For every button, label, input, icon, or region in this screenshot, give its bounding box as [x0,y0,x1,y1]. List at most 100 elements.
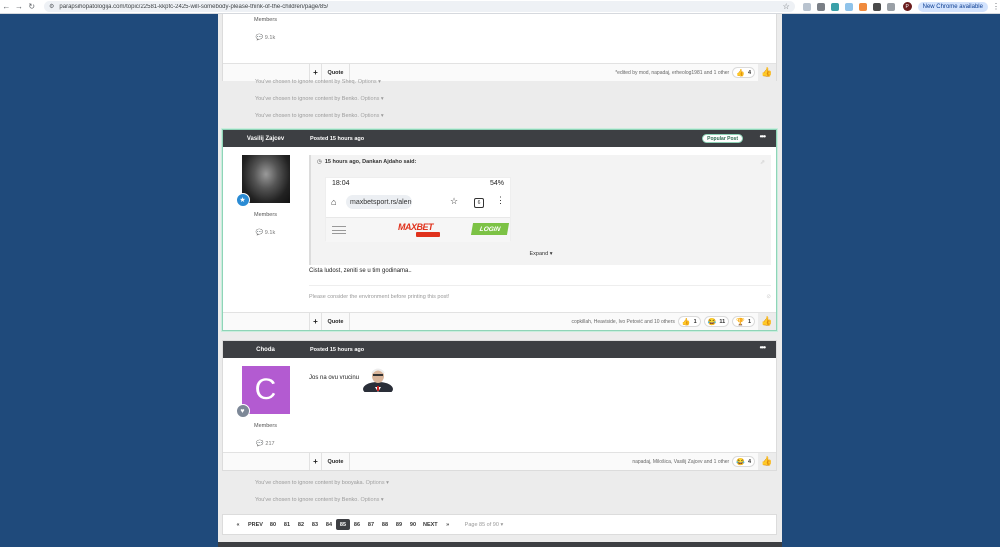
extension-icon[interactable] [872,2,881,11]
star-icon: ☆ [450,196,459,206]
reaction-trophy[interactable]: 🏆 1 [732,316,755,327]
extension-icon[interactable] [844,2,853,11]
reactors-list[interactable]: copkillah, Heaviside, Ivo Petović and 10… [571,319,674,325]
maxbet-logo: MAXBET [398,222,434,232]
expand-label: Expand [529,251,549,257]
post-header: Vasilij Zajcev Posted 15 hours ago Popul… [223,130,776,147]
page-link[interactable]: 82 [294,519,308,530]
author-info: C ♥ Members 💬 217 [223,366,308,447]
quote-button[interactable]: Quote [322,453,350,470]
extension-icon[interactable] [858,2,867,11]
trophy-icon: 🏆 [736,318,745,326]
page-link[interactable]: 90 [406,519,420,530]
author-name[interactable]: Vasilij Zajcev [223,136,308,142]
ignored-notice: You've chosen to ignore content by Benko… [255,96,384,102]
post-count-value: 9.1k [264,230,276,236]
extension-icon[interactable] [802,2,811,11]
avatar[interactable]: C ♥ [235,366,290,418]
screenshot-time: 18:04 [332,180,350,187]
author-name[interactable]: Choda [223,347,308,353]
edited-by[interactable]: *edited by mod, napadaj, erheolog1981 an… [615,70,729,76]
post-date[interactable]: Posted 15 hours ago [310,136,364,142]
reaction-summary[interactable]: 👍 4 [732,67,755,78]
next-page-link[interactable]: NEXT [420,519,441,530]
extension-icon[interactable] [816,2,825,11]
ignored-options-link[interactable]: Options [366,480,385,486]
url-text[interactable]: parapsihopatologija.com/topic/22581-kkpf… [59,4,782,10]
post-body: Cista ludost, zeniti se u tim godinama.. [309,268,412,274]
update-chrome-button[interactable]: New Chrome available [917,1,988,12]
forward-icon[interactable]: → [13,0,26,14]
ignored-options-link[interactable]: Options [358,79,377,85]
address-bar[interactable]: ⚙ parapsihopatologija.com/topic/22581-kk… [44,1,795,12]
reload-icon[interactable]: ↻ [25,0,38,14]
quote-block: ◷ 15 hours ago, Dankan Ajdaho said: ⇗ 18:… [309,155,771,265]
post-footer: + Quote napadaj, Milošica, Vasilij Zajce… [223,452,776,470]
member-group: Members [254,423,277,429]
reaction-haha[interactable]: 😂 4 [732,456,755,467]
avatar-letter: C [254,373,277,406]
ignored-notice: You've chosen to ignore content by Sheq.… [255,79,381,85]
post-content: ◷ 15 hours ago, Dankan Ajdaho said: ⇗ 18:… [309,155,776,315]
page-jump-dropdown[interactable]: Page 85 of 90 ▾ [465,522,504,528]
post-date[interactable]: Posted 15 hours ago [310,347,364,353]
multiquote-button[interactable]: + [309,313,322,330]
page-link[interactable]: 86 [350,519,364,530]
ignored-text: You've chosen to ignore content by Sheq. [255,79,357,85]
first-page-link[interactable]: « [231,519,245,530]
expand-quote-button[interactable]: Expand ▾ [311,251,771,257]
bookmark-star-icon[interactable]: ☆ [783,2,790,11]
page-link[interactable]: 88 [378,519,392,530]
page-link[interactable]: 81 [280,519,294,530]
page-link[interactable]: 80 [266,519,280,530]
reaction-like[interactable]: 👍 1 [677,316,701,327]
laughing-face-icon: 😂 [736,458,745,466]
avatar[interactable]: ★ [235,155,290,207]
page-link[interactable]: 83 [308,519,322,530]
multiquote-button[interactable]: + [309,453,322,470]
ignored-notice: You've chosen to ignore content by Benko… [255,497,384,503]
react-button[interactable]: 👍 [758,453,776,470]
author-info: ★ Members 💬 9.1k [223,155,308,236]
rank-heart-icon: ♥ [235,404,250,418]
page-jump-label: Page 85 of 90 [464,521,499,528]
ignored-options-link[interactable]: Options [360,113,379,119]
reaction-count: 1 [693,318,697,325]
chrome-menu-icon[interactable]: ⋮ [992,2,1000,11]
profile-avatar[interactable]: P [902,2,912,11]
page-link[interactable]: 84 [322,519,336,530]
prev-page-link[interactable]: PREV [245,519,266,530]
quote-button[interactable]: Quote [322,313,350,330]
back-icon[interactable]: ← [0,0,13,14]
react-button[interactable]: 👍 [758,313,776,330]
post-menu-button[interactable]: ••• [760,343,766,352]
screenshot-site-bar: MAXBET LOGIN [326,217,510,242]
quote-link-icon[interactable]: ⇗ [760,159,765,166]
reaction-gif-image[interactable] [362,366,394,392]
signature-toggle-icon[interactable]: ⊘ [766,294,771,300]
reaction-haha[interactable]: 😂 11 [703,316,730,327]
react-button[interactable]: 👍 [758,64,776,81]
post-vasilij-zajcev: Vasilij Zajcev Posted 15 hours ago Popul… [222,129,777,331]
reactors-list[interactable]: napadaj, Milošica, Vasilij Zajcev and 1 … [632,459,729,465]
extension-icon[interactable] [830,2,839,11]
page-link[interactable]: 87 [364,519,378,530]
quote-citation[interactable]: ◷ 15 hours ago, Dankan Ajdaho said: [311,155,771,165]
current-page[interactable]: 85 [335,519,350,530]
post-menu-button[interactable]: ••• [760,132,766,141]
profile-initial: P [905,3,909,10]
laughing-face-icon: 😂 [707,318,717,326]
quoted-screenshot[interactable]: 18:04 54% ⌂ maxbetsport.rs/alen- ☆ 6 ⋮ M… [325,177,511,242]
last-page-link[interactable]: » [441,519,455,530]
page-link[interactable]: 89 [392,519,406,530]
puzzle-icon[interactable] [886,2,895,11]
ignored-options-link[interactable]: Options [360,497,379,503]
ignored-options-link[interactable]: Options [360,96,379,102]
menu-icon: ⋮ [496,195,505,205]
maxbet-logo-bar [416,232,440,237]
speech-bubble-icon: 💬 [255,230,264,236]
home-icon: ⌂ [331,197,337,207]
post-footer: + Quote copkillah, Heaviside, Ivo Petovi… [223,312,776,330]
reaction-count: 4 [747,69,751,76]
site-info-icon[interactable]: ⚙ [49,3,54,10]
